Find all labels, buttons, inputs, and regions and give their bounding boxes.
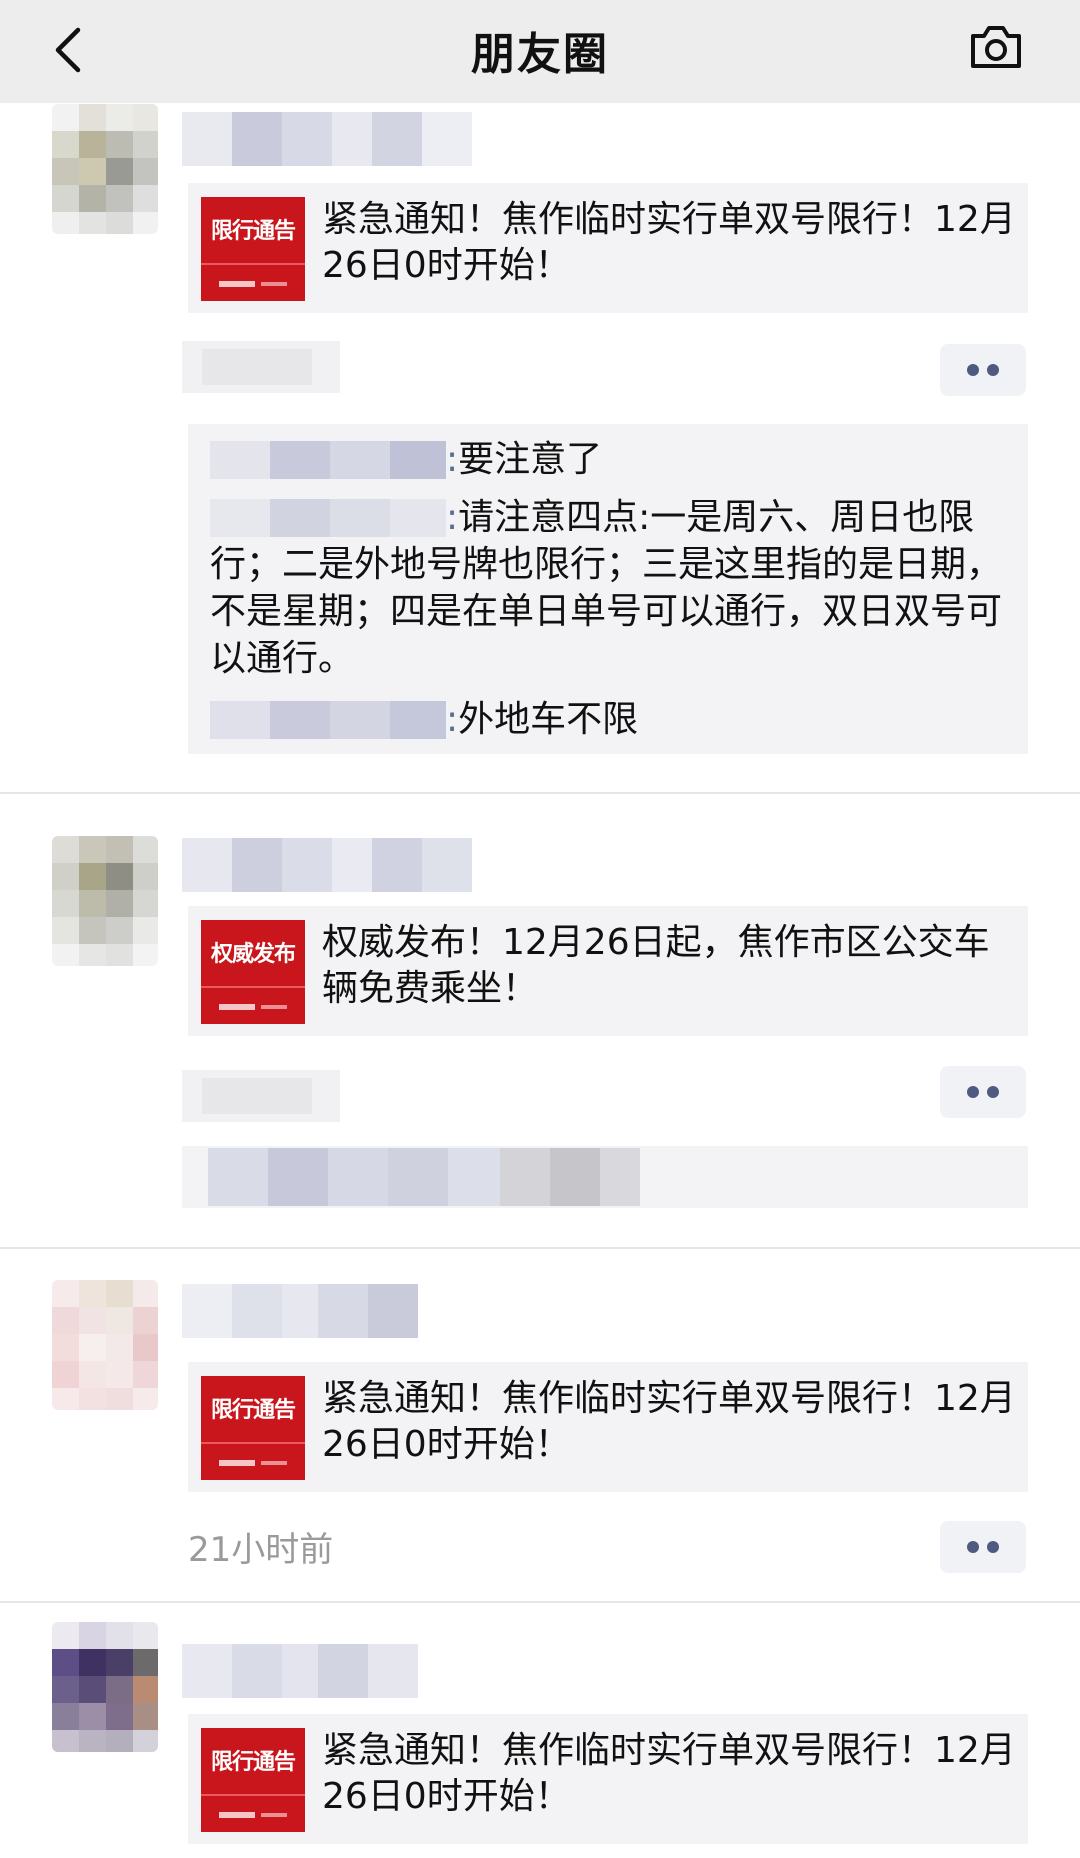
link-thumbnail: 限行通告 [201, 1376, 305, 1480]
nickname[interactable] [182, 1284, 418, 1338]
newspaper-logo-icon [219, 998, 289, 1010]
more-options-button[interactable] [940, 1066, 1026, 1118]
nickname[interactable] [182, 838, 472, 892]
post-divider [0, 1601, 1080, 1603]
link-card[interactable]: 限行通告 紧急通知！焦作临时实行单双号限行！12月26日0时开始！ [188, 183, 1028, 313]
newspaper-logo-icon [219, 1454, 289, 1466]
post-time: 21小时前 [188, 1530, 334, 1570]
newspaper-logo-icon [219, 275, 289, 287]
thumbnail-tag: 限行通告 [210, 1398, 296, 1423]
link-card[interactable]: 权威发布 权威发布！12月26日起，焦作市区公交车辆免费乘坐！ [188, 906, 1028, 1036]
thumbnail-tag: 限行通告 [210, 219, 296, 244]
commenter-name[interactable] [210, 499, 446, 537]
link-thumbnail: 权威发布 [201, 920, 305, 1024]
camera-icon [971, 26, 1021, 68]
thumbnail-tag: 权威发布 [210, 942, 296, 967]
commenter-name[interactable] [210, 701, 446, 739]
likes-row[interactable] [182, 1146, 1028, 1208]
avatar[interactable] [52, 836, 158, 966]
comment-item[interactable]: :要注意了 [210, 436, 1018, 483]
nickname[interactable] [182, 1644, 418, 1698]
commenter-name[interactable] [210, 441, 446, 479]
link-title: 紧急通知！焦作临时实行单双号限行！12月26日0时开始！ [322, 1730, 1016, 1817]
link-title: 紧急通知！焦作临时实行单双号限行！12月26日0时开始！ [322, 199, 1016, 286]
avatar[interactable] [52, 1622, 158, 1752]
link-thumbnail: 限行通告 [201, 197, 305, 301]
link-title: 权威发布！12月26日起，焦作市区公交车辆免费乘坐！ [322, 922, 990, 1009]
nav-bar: 朋友圈 [0, 0, 1080, 103]
more-options-button[interactable] [940, 344, 1026, 396]
comment-item[interactable]: :外地车不限 [210, 696, 1018, 743]
post-divider [0, 1247, 1080, 1249]
avatar[interactable] [52, 104, 158, 234]
camera-button[interactable] [968, 22, 1024, 72]
post-divider [0, 792, 1080, 794]
comment-text: 外地车不限 [458, 699, 639, 740]
avatar[interactable] [52, 1280, 158, 1410]
post-time [182, 341, 340, 393]
newspaper-logo-icon [219, 1806, 289, 1818]
link-card[interactable]: 限行通告 紧急通知！焦作临时实行单双号限行！12月26日0时开始！ [188, 1362, 1028, 1492]
nickname[interactable] [182, 112, 472, 166]
page-title: 朋友圈 [471, 29, 609, 80]
link-card[interactable]: 限行通告 紧急通知！焦作临时实行单双号限行！12月26日0时开始！ [188, 1714, 1028, 1844]
link-title: 紧急通知！焦作临时实行单双号限行！12月26日0时开始！ [322, 1378, 1016, 1465]
more-options-button[interactable] [940, 1521, 1026, 1573]
comment-text: 要注意了 [458, 439, 603, 480]
comments-box: :要注意了 :请注意四点:一是周六、周日也限行；二是外地号牌也限行；三是这里指的… [188, 424, 1028, 754]
post-time [182, 1070, 340, 1122]
link-thumbnail: 限行通告 [201, 1728, 305, 1832]
comment-item[interactable]: :请注意四点:一是周六、周日也限行；二是外地号牌也限行；三是这里指的是日期，不是… [210, 494, 1018, 682]
thumbnail-tag: 限行通告 [210, 1750, 296, 1775]
